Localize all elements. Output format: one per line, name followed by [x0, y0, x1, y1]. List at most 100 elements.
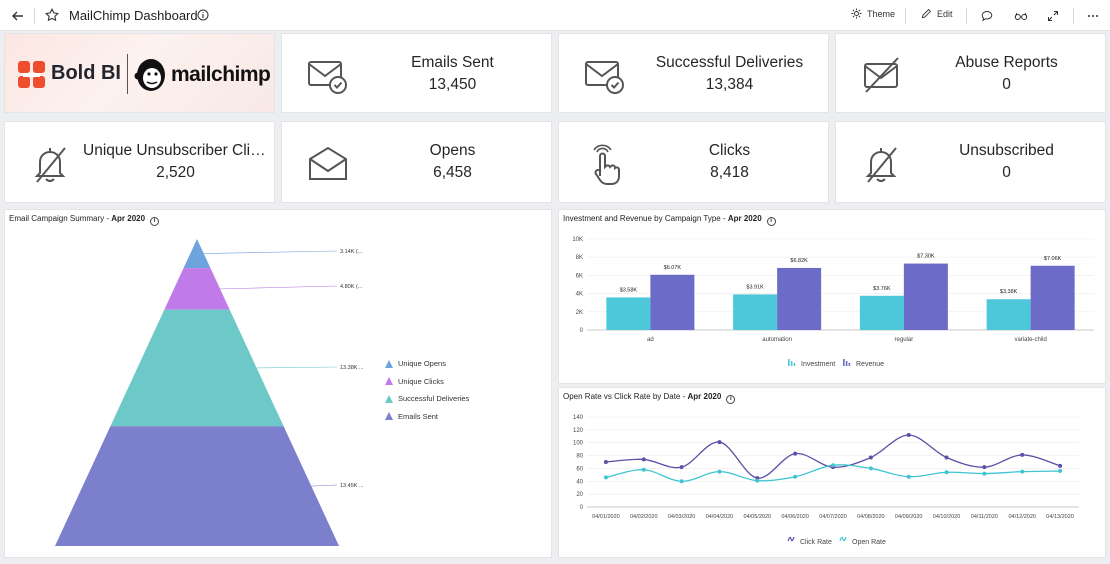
data-point — [982, 471, 987, 476]
kpi-clicks[interactable]: Clicks 8,418 — [558, 121, 829, 203]
pyramid-chart: 3.14K (... 4.80K (... 13.38K ... 13.45K ... — [55, 239, 364, 546]
legend-item[interactable]: Emails Sent — [385, 408, 469, 426]
kpi-label: Clicks — [708, 142, 751, 159]
investment-revenue-widget: Investment and Revenue by Campaign Type … — [558, 209, 1106, 384]
pointer-hand-icon — [593, 144, 620, 185]
data-point — [868, 455, 873, 460]
legend-item[interactable]: Investment — [788, 359, 835, 368]
bar — [859, 295, 904, 330]
envelope-icon — [309, 146, 347, 180]
toolbar-divider — [905, 8, 906, 24]
view-glasses-icon[interactable] — [1014, 9, 1028, 21]
boldbi-logo-text: Bold BI — [51, 62, 121, 84]
x-tick-label: 04/07/2020 — [819, 514, 847, 520]
legend-label: Successful Deliveries — [398, 394, 470, 404]
x-tick-label: 04/12/2020 — [1008, 514, 1036, 520]
y-tick-label: 100 — [573, 441, 584, 447]
kpi-value: 13,450 — [428, 76, 477, 93]
data-point — [641, 467, 646, 472]
kpi-successful-deliveries[interactable]: Successful Deliveries 13,384 — [558, 33, 829, 113]
kpi-value: 6,458 — [433, 164, 472, 181]
legend-item[interactable]: Successful Deliveries — [385, 390, 469, 408]
bell-slash-icon — [34, 147, 66, 183]
x-tick-label: 04/06/2020 — [781, 514, 809, 520]
x-tick-label: automation — [762, 337, 792, 343]
data-point — [831, 463, 835, 468]
line-legend-icon — [839, 536, 847, 542]
kpi-value: 0 — [1002, 76, 1011, 93]
legend-item[interactable]: Click Rate — [787, 536, 832, 546]
x-tick-label: 04/13/2020 — [1046, 514, 1074, 520]
data-point — [1058, 463, 1063, 468]
legend-item[interactable]: Open Rate — [839, 536, 886, 546]
envelope-slash-icon — [864, 57, 899, 93]
fullscreen-icon[interactable] — [1047, 9, 1059, 21]
kpi-value: 0 — [1002, 164, 1011, 181]
data-point — [982, 465, 987, 470]
data-label: 4.80K (... — [340, 284, 363, 290]
connector-line — [220, 285, 338, 290]
connector-line — [256, 366, 338, 369]
kpi-unsubscribed[interactable]: Unsubscribed 0 — [835, 121, 1106, 203]
legend-item[interactable]: Unique Clicks — [385, 373, 469, 391]
back-arrow-icon[interactable] — [9, 7, 27, 25]
data-point — [1020, 469, 1025, 474]
x-tick-label: 04/11/2020 — [971, 514, 998, 520]
data-label: $7.30K — [917, 254, 935, 260]
data-label: $3.38K — [1000, 289, 1018, 295]
pencil-icon — [921, 8, 932, 19]
data-label: $7.06K — [1044, 256, 1062, 262]
kpi-opens[interactable]: Opens 6,458 — [281, 121, 552, 203]
theme-button[interactable]: Theme — [851, 8, 895, 19]
comment-icon[interactable] — [981, 9, 993, 22]
data-point — [717, 440, 722, 445]
mailchimp-logo-icon — [134, 59, 165, 91]
legend-label: Unique Opens — [398, 359, 446, 369]
kpi-value: 13,384 — [705, 76, 754, 93]
data-label: $6.82K — [790, 258, 808, 264]
x-tick-label: 04/02/2020 — [630, 514, 658, 520]
data-point — [717, 469, 722, 474]
toolbar-divider — [1073, 8, 1074, 24]
data-point — [679, 465, 684, 470]
edit-label: Edit — [937, 8, 953, 19]
legend-label: Click Rate — [800, 539, 832, 546]
bell-slash-icon — [865, 147, 897, 183]
legend-item[interactable]: Revenue — [843, 359, 884, 368]
edit-button[interactable]: Edit — [921, 8, 953, 19]
bar-legend-icon — [788, 359, 796, 366]
connector-line — [203, 250, 338, 254]
data-point — [906, 433, 911, 437]
data-label: $6.07K — [664, 265, 682, 271]
favorite-star-icon[interactable] — [44, 7, 60, 23]
x-tick-label: 04/09/2020 — [895, 514, 923, 520]
line-legend-icon — [787, 536, 795, 542]
bar — [903, 263, 948, 330]
kpi-abuse-reports[interactable]: Abuse Reports 0 — [835, 33, 1106, 113]
y-tick-label: 20 — [576, 492, 583, 498]
triangle-legend-icon — [385, 377, 393, 386]
data-label: $3.58K — [620, 287, 638, 293]
legend-label: Emails Sent — [398, 411, 439, 421]
data-point — [641, 457, 646, 462]
pyramid-legend: Unique Opens Unique Clicks Successful Deli… — [385, 355, 469, 425]
kpi-label: Opens — [429, 142, 476, 159]
y-tick-label: 2K — [576, 310, 583, 316]
info-icon[interactable] — [197, 9, 209, 21]
kpi-emails-sent[interactable]: Emails Sent 13,450 — [281, 33, 552, 113]
y-tick-label: 4K — [576, 292, 583, 298]
data-point — [1020, 452, 1025, 457]
more-options-icon[interactable] — [1087, 9, 1099, 21]
theme-label: Theme — [867, 8, 896, 19]
legend-item[interactable]: Unique Opens — [385, 355, 469, 373]
envelope-check-icon — [585, 61, 624, 94]
kpi-unique-unsubscriber-clicks[interactable]: Unique Unsubscriber Clic... 2,520 — [4, 121, 275, 203]
data-point — [603, 460, 608, 464]
kpi-label: Abuse Reports — [955, 54, 1058, 71]
x-tick-label: 04/01/2020 — [592, 514, 620, 520]
legend-label: Revenue — [856, 361, 884, 368]
kpi-label: Unique Unsubscriber Clic... — [83, 142, 268, 159]
logo-widget: Bold BI mailchimp — [4, 33, 275, 113]
open-click-rate-widget: Open Rate vs Click Rate by Date - Apr 20… — [558, 387, 1106, 558]
x-tick-label: 04/08/2020 — [857, 514, 885, 520]
